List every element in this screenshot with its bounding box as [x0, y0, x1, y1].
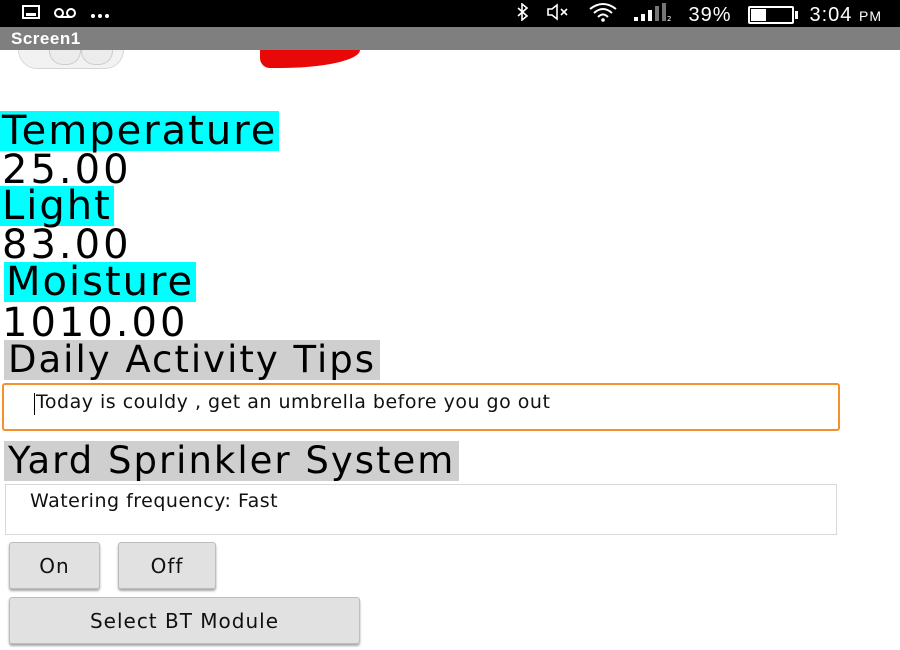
- battery-icon: [747, 6, 798, 24]
- tips-textbox[interactable]: Today is couldy , get an umbrella before…: [2, 383, 840, 431]
- red-drop-image: [260, 50, 360, 68]
- bluetooth-icon: [516, 2, 530, 27]
- off-button[interactable]: Off: [118, 542, 216, 589]
- clock-ampm: PM: [859, 7, 882, 24]
- hand-image: [18, 50, 124, 69]
- more-dots-icon: [90, 4, 110, 24]
- screen-title: Screen1: [11, 29, 81, 48]
- watering-frequency-text: Watering frequency: Fast: [30, 490, 279, 512]
- clock-time: 3:04: [809, 3, 853, 26]
- temperature-label: Temperature: [0, 108, 280, 154]
- mute-icon: [546, 3, 572, 27]
- battery-percent: 39%: [688, 3, 732, 26]
- moisture-label: Moisture: [4, 259, 197, 305]
- moisture-value: 1010.00: [2, 300, 189, 346]
- tips-text: Today is couldy , get an umbrella before…: [36, 391, 551, 413]
- sprinkler-heading: Yard Sprinkler System: [4, 441, 460, 481]
- watering-frequency-box[interactable]: Watering frequency: Fast: [5, 484, 837, 535]
- clock: 3:04 PM: [810, 4, 883, 27]
- status-bar-right: 2 39% 3:04 PM: [516, 2, 882, 28]
- select-bt-module-button[interactable]: Select BT Module: [9, 597, 360, 644]
- svg-text:2: 2: [667, 15, 671, 21]
- daily-tips-heading: Daily Activity Tips: [4, 340, 381, 380]
- status-bar-left: [22, 4, 110, 24]
- text-cursor: [34, 393, 35, 415]
- status-bar: 2 39% 3:04 PM: [0, 0, 900, 27]
- on-button[interactable]: On: [9, 542, 100, 589]
- image-icon: [22, 4, 40, 24]
- title-bar: Screen1: [0, 27, 900, 50]
- voicemail-icon: [54, 4, 76, 24]
- light-label: Light: [0, 183, 114, 229]
- signal-icon: 2: [634, 3, 672, 27]
- wifi-icon: [588, 2, 618, 28]
